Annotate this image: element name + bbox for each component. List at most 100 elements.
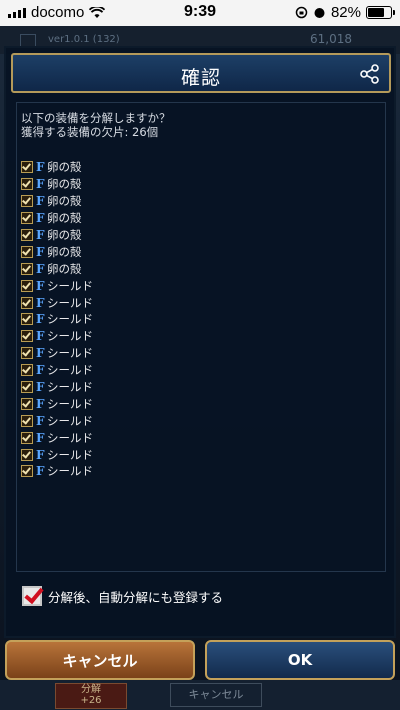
item-rank: F <box>36 244 45 259</box>
item-rank: F <box>36 413 45 428</box>
item-rank: F <box>36 430 45 445</box>
battery-percent: 82% <box>330 4 361 21</box>
selected-check-icon <box>21 313 33 326</box>
question-line-1: 以下の装備を分解しますか？ <box>21 111 171 125</box>
auto-register-checkbox[interactable] <box>22 586 42 606</box>
equipment-item: F シールド <box>21 379 361 396</box>
item-rank: F <box>36 177 45 192</box>
auto-register-label: 分解後、自動分解にも登録する <box>48 589 224 605</box>
money-text: 61,018 <box>310 32 352 46</box>
dialog-content: 以下の装備を分解しますか？ 獲得する装備の欠片: 26個 F 卵の殻 F 卵の殻 F 卵の… <box>16 102 386 572</box>
selected-check-icon <box>21 364 33 377</box>
equipment-item: F シールド <box>21 277 361 294</box>
item-name: 卵の殻 <box>47 177 82 192</box>
selected-check-icon <box>21 245 33 258</box>
equipment-item: F シールド <box>21 429 361 446</box>
item-name: 卵の殻 <box>47 261 82 276</box>
dialog-title: 確認 <box>180 67 221 89</box>
equipment-item: F 卵の殻 <box>21 243 361 260</box>
item-name: シールド <box>47 413 93 428</box>
item-rank: F <box>36 295 45 310</box>
item-name: シールド <box>47 346 93 361</box>
confirm-dialog: 確認 以下の装備を分解しますか？ 獲得する装備の欠片: 26個 F 卵の殻 F 卵の殻… <box>4 46 396 638</box>
alarm-icon <box>314 8 325 18</box>
equipment-item: F 卵の殻 <box>21 260 361 277</box>
item-name: シールド <box>47 295 93 310</box>
item-rank: F <box>36 194 45 209</box>
item-rank: F <box>36 160 45 175</box>
background-bottom-bar: 分解 +26 キャンセル <box>0 680 400 710</box>
background-decompose-count: +26 <box>80 695 102 706</box>
background-decompose-button: 分解 +26 <box>55 683 127 709</box>
item-rank: F <box>36 380 45 395</box>
item-name: シールド <box>47 312 93 327</box>
equipment-item: F シールド <box>21 395 361 412</box>
equipment-item: F 卵の殻 <box>21 159 361 176</box>
dialog-header: 確認 <box>11 53 391 93</box>
background-cancel-button: キャンセル <box>170 683 262 707</box>
item-name: シールド <box>47 447 93 462</box>
selected-check-icon <box>21 279 33 292</box>
item-name: 卵の殻 <box>47 244 82 259</box>
item-name: 卵の殻 <box>47 160 82 175</box>
selected-check-icon <box>21 381 33 394</box>
cancel-button[interactable]: キャンセル <box>5 640 195 680</box>
selected-check-icon <box>21 347 33 360</box>
equipment-item: F シールド <box>21 328 361 345</box>
selected-check-icon <box>21 465 33 478</box>
equipment-item: F シールド <box>21 463 361 480</box>
equipment-item: F シールド <box>21 446 361 463</box>
status-bar: docomo 9:39 82% <box>0 0 400 26</box>
item-rank: F <box>36 261 45 276</box>
question-line-2: 獲得する装備の欠片: 26個 <box>21 125 159 139</box>
background-decompose-label: 分解 <box>81 684 101 695</box>
selected-check-icon <box>21 431 33 444</box>
item-rank: F <box>36 228 45 242</box>
item-name: 卵の殻 <box>47 228 82 242</box>
equipment-item: F 卵の殻 <box>21 176 361 193</box>
item-rank: F <box>36 346 45 361</box>
equipment-item: F シールド <box>21 311 361 328</box>
equipment-item: F シールド <box>21 362 361 379</box>
item-rank: F <box>36 329 45 344</box>
selected-check-icon <box>21 178 33 191</box>
equipment-item: F 卵の殻 <box>21 227 361 244</box>
item-rank: F <box>36 312 45 327</box>
item-rank: F <box>36 363 45 378</box>
rotation-lock-icon <box>295 6 308 19</box>
item-name: シールド <box>47 329 93 344</box>
selected-check-icon <box>21 296 33 309</box>
item-name: シールド <box>47 363 93 378</box>
auto-register-option[interactable]: 分解後、自動分解にも登録する <box>22 586 223 606</box>
item-name: シールド <box>47 430 93 445</box>
item-name: シールド <box>47 380 93 395</box>
equipment-item: F 卵の殻 <box>21 210 361 227</box>
selected-check-icon <box>21 195 33 208</box>
ok-button[interactable]: OK <box>205 640 395 680</box>
item-name: 卵の殻 <box>47 194 82 209</box>
battery-icon <box>366 6 395 19</box>
item-rank: F <box>36 464 45 479</box>
equipment-item: F シールド <box>21 294 361 311</box>
item-name: シールド <box>47 396 93 411</box>
item-name: シールド <box>47 278 93 293</box>
equipment-list: F 卵の殻 F 卵の殻 F 卵の殻 F 卵の殻 F 卵の殻 F 卵の殻 F 卵の殻 F シールド F シールド F シ… <box>21 159 361 480</box>
item-rank: F <box>36 447 45 462</box>
selected-check-icon <box>21 229 33 241</box>
selected-check-icon <box>21 414 33 427</box>
selected-check-icon <box>21 161 33 174</box>
equipment-item: F シールド <box>21 345 361 362</box>
selected-check-icon <box>21 397 33 410</box>
selected-check-icon <box>21 330 33 343</box>
item-rank: F <box>36 396 45 411</box>
share-icon[interactable] <box>359 63 381 85</box>
item-name: シールド <box>47 464 93 479</box>
equipment-item: F シールド <box>21 412 361 429</box>
selected-check-icon <box>21 448 33 461</box>
item-rank: F <box>36 211 45 226</box>
question-text: 以下の装備を分解しますか？ 獲得する装備の欠片: 26個 <box>21 111 171 139</box>
selected-check-icon <box>21 212 33 225</box>
item-rank: F <box>36 278 45 293</box>
version-text: ver1.0.1 (132) <box>48 34 120 45</box>
selected-check-icon <box>21 262 33 275</box>
